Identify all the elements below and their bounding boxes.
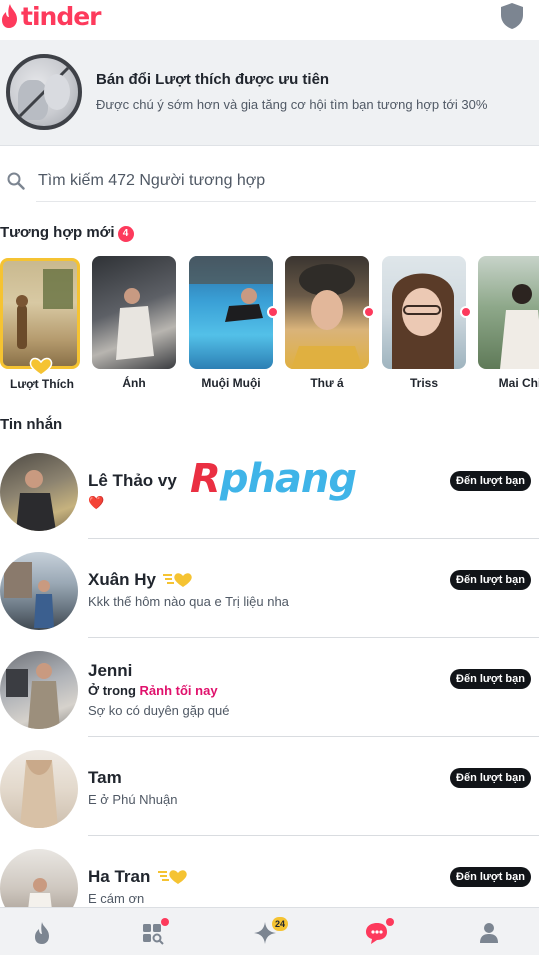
shield-icon[interactable]	[499, 2, 525, 30]
message-name: Ha Tran	[88, 867, 151, 886]
your-turn-badge: Đến lượt bạn	[450, 867, 531, 887]
message-name: Lê Thảo vy	[88, 471, 177, 490]
likes-strike-icon	[16, 64, 72, 120]
new-match-dot	[460, 306, 472, 318]
flame-icon[interactable]	[27, 918, 57, 948]
row-divider	[88, 736, 539, 737]
messages-heading: Tin nhắn	[0, 416, 63, 433]
match-name: Thư á	[310, 376, 344, 390]
message-row-ha-tran[interactable]: Ha Tran E cám ơn Đến lượt bạn	[0, 837, 539, 927]
promo-subtitle: Được chú ý sớm hơn và gia tăng cơ hội tì…	[96, 97, 488, 112]
match-name: Mai Chi	[498, 376, 539, 390]
gold-heart-icon	[29, 357, 53, 376]
match-name: Lượt Thích	[10, 377, 74, 391]
match-photo-figure	[116, 288, 154, 360]
match-photo-figure	[392, 273, 454, 369]
avatar	[0, 453, 78, 531]
gold-heart-icon	[158, 870, 187, 884]
message-name: Xuân Hy	[88, 570, 157, 589]
match-photo-figure	[500, 284, 539, 369]
avatar-figure	[4, 562, 54, 628]
avatar-figure	[6, 663, 60, 729]
your-turn-badge: Đến lượt bạn	[450, 471, 531, 491]
status-prefix: Ở trong	[88, 683, 136, 698]
logo-text: tinder	[21, 1, 101, 31]
match-card-anh[interactable]: Ánh	[92, 256, 176, 392]
message-preview: Sợ ko có duyên gặp qué	[88, 703, 230, 718]
message-name: Jenni	[88, 661, 133, 680]
app-header: tinder	[0, 0, 539, 40]
promo-avatar	[6, 54, 82, 130]
watermark-logo: Rphang	[190, 456, 357, 502]
chat-badge-dot	[386, 918, 394, 926]
new-matches-title: Tương hợp mới	[0, 224, 115, 241]
message-row-tam[interactable]: Tam E ở Phú Nhuận Đến lượt bạn	[0, 738, 539, 836]
match-name: Muội Muội	[201, 376, 261, 390]
avatar	[0, 750, 78, 828]
message-row-jenni[interactable]: Jenni Ở trong Rảnh tối nay Sợ ko có duyê…	[0, 639, 539, 737]
match-name: Ánh	[122, 376, 146, 390]
search-divider	[36, 201, 536, 202]
match-photo-figure	[189, 256, 273, 322]
message-preview: E ở Phú Nhuận	[88, 792, 178, 807]
watermark-rest: phang	[219, 456, 357, 502]
match-name: Triss	[409, 376, 439, 390]
watermark-r: R	[190, 456, 221, 502]
match-card-thu-a[interactable]: Thư á	[285, 256, 375, 392]
message-name: Tam	[88, 768, 122, 787]
promo-title: Bán đổi Lượt thích được ưu tiên	[96, 71, 330, 88]
match-card-muoi-muoi[interactable]: Muội Muội	[189, 256, 279, 392]
message-preview: Kkk thế hôm nào qua e Trị liệu nha	[88, 594, 289, 609]
message-preview: E cám ơn	[88, 891, 145, 906]
row-divider	[88, 835, 539, 836]
likes-card-photo	[0, 258, 80, 369]
search-icon	[7, 172, 25, 190]
status-highlight: Rảnh tối nay	[139, 683, 218, 698]
sparkle-count-badge: 24	[272, 917, 288, 931]
your-turn-badge: Đến lượt bạn	[450, 669, 531, 689]
avatar	[0, 651, 78, 729]
profile-icon[interactable]	[474, 918, 504, 948]
match-card-likes[interactable]: Lượt Thích	[0, 256, 84, 392]
avatar	[0, 552, 78, 630]
flame-icon	[2, 4, 17, 28]
message-row-xuan-hy[interactable]: Xuân Hy Kkk thế hôm nào qua e Trị liệu n…	[0, 540, 539, 638]
match-photo-figure	[291, 264, 363, 369]
match-photo	[92, 256, 176, 369]
message-preview: ❤️	[88, 495, 105, 510]
new-match-dot	[267, 306, 279, 318]
new-matches-heading: Tương hợp mới 4	[0, 224, 134, 242]
gold-heart-icon	[163, 573, 192, 587]
row-divider	[88, 538, 539, 539]
tinder-logo[interactable]: tinder	[0, 1, 101, 31]
new-matches-row: Lượt Thích Ánh Muội Muội Thư á Triss Mai…	[0, 256, 539, 396]
search-input[interactable]	[38, 168, 528, 194]
message-status: Ở trong Rảnh tối nay	[88, 683, 218, 698]
your-turn-badge: Đến lượt bạn	[450, 570, 531, 590]
explore-badge-dot	[161, 918, 169, 926]
likes-photo-shapes	[16, 269, 73, 349]
match-photo	[285, 256, 369, 369]
match-photo	[478, 256, 539, 369]
match-photo	[189, 256, 273, 369]
new-match-dot	[363, 306, 375, 318]
avatar-figure	[20, 760, 58, 828]
bottom-nav	[0, 907, 539, 955]
match-photo	[382, 256, 466, 369]
row-divider	[88, 637, 539, 638]
match-card-triss[interactable]: Triss	[382, 256, 472, 392]
your-turn-badge: Đến lượt bạn	[450, 768, 531, 788]
search-bar[interactable]	[0, 160, 539, 202]
avatar-figure	[16, 470, 56, 531]
boost-promo-banner[interactable]	[0, 40, 539, 146]
new-matches-count-badge: 4	[117, 226, 134, 242]
match-card-mai-chi[interactable]: Mai Chi	[478, 256, 539, 392]
